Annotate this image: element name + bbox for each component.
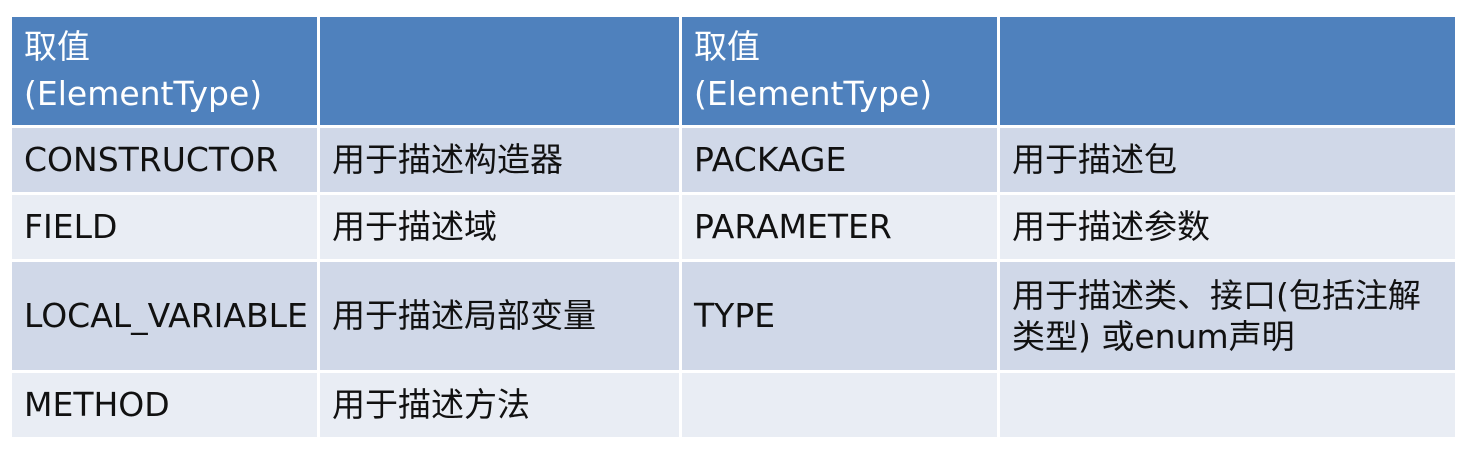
table-cell-value: LOCAL_VARIABLE <box>9 259 320 373</box>
header-label: 取值 <box>24 27 90 67</box>
element-type-table-container: 取值 (ElementType) 取值 (ElementType) CONSTR… <box>9 14 1458 440</box>
table-row: METHOD 用于描述方法 <box>9 370 1458 440</box>
header-cell-description <box>317 14 682 128</box>
header-cell-value: 取值 (ElementType) <box>9 14 320 128</box>
table-cell-description: 用于描述方法 <box>317 370 682 440</box>
table-cell-description: 用于描述局部变量 <box>317 259 682 373</box>
table-row: FIELD 用于描述域 PARAMETER 用于描述参数 <box>9 192 1458 262</box>
header-cell-description <box>997 14 1458 128</box>
header-cell-value: 取值 (ElementType) <box>679 14 1000 128</box>
header-label: 取值 <box>694 27 760 67</box>
table-cell-description <box>997 370 1458 440</box>
table-row: LOCAL_VARIABLE 用于描述局部变量 TYPE 用于描述类、接口(包括… <box>9 259 1458 373</box>
element-type-table: 取值 (ElementType) 取值 (ElementType) CONSTR… <box>9 14 1458 440</box>
table-cell-value: METHOD <box>9 370 320 440</box>
table-cell-value <box>679 370 1000 440</box>
table-cell-value: PARAMETER <box>679 192 1000 262</box>
table-cell-description: 用于描述参数 <box>997 192 1458 262</box>
table-cell-description: 用于描述包 <box>997 125 1458 195</box>
table-cell-value: TYPE <box>679 259 1000 373</box>
table-row: CONSTRUCTOR 用于描述构造器 PACKAGE 用于描述包 <box>9 125 1458 195</box>
header-sublabel: (ElementType) <box>24 74 263 113</box>
table-cell-value: CONSTRUCTOR <box>9 125 320 195</box>
table-cell-description: 用于描述类、接口(包括注解类型) 或enum声明 <box>997 259 1458 373</box>
table-cell-value: FIELD <box>9 192 320 262</box>
table-cell-value: PACKAGE <box>679 125 1000 195</box>
table-cell-description: 用于描述域 <box>317 192 682 262</box>
table-header-row: 取值 (ElementType) 取值 (ElementType) <box>9 14 1458 128</box>
table-cell-description: 用于描述构造器 <box>317 125 682 195</box>
header-sublabel: (ElementType) <box>694 74 933 113</box>
